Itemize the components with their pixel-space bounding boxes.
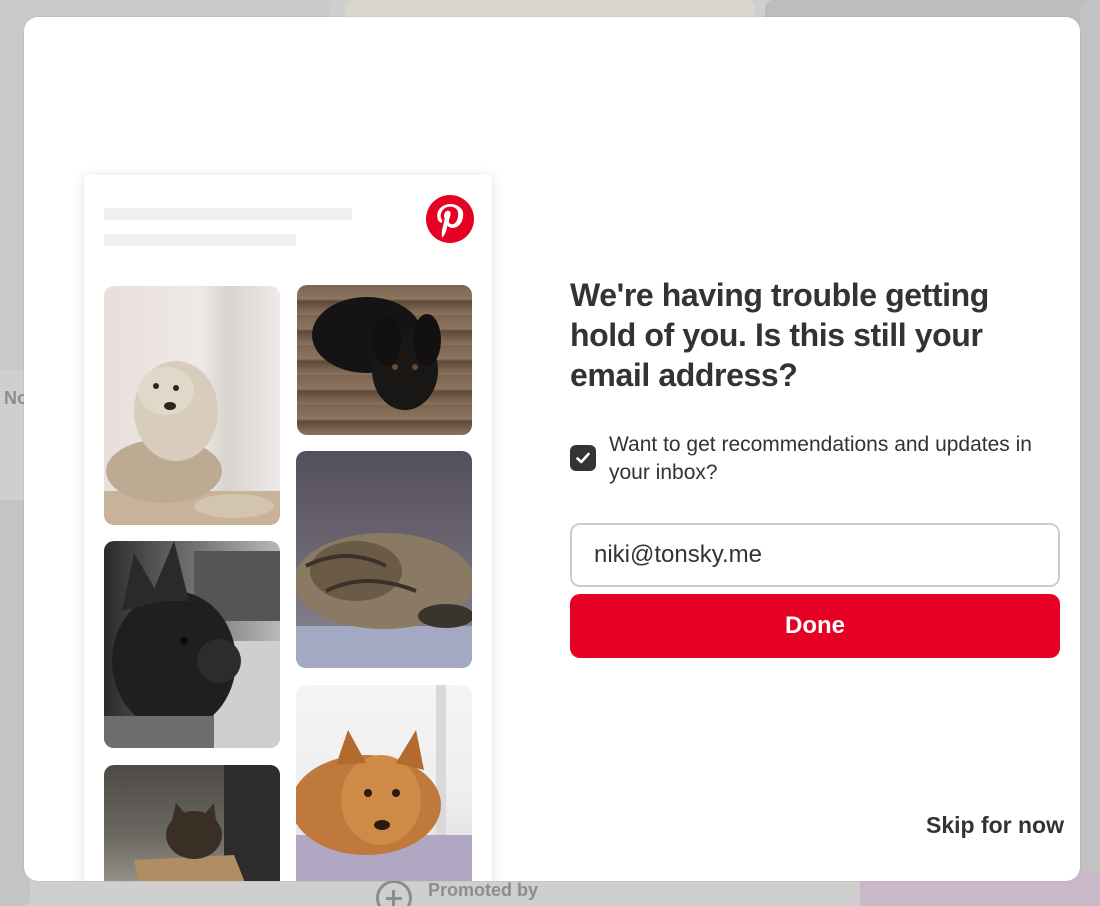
- newsletter-checkbox-label: Want to get recommendations and updates …: [609, 433, 1032, 484]
- placeholder-line: [104, 234, 296, 246]
- skip-for-now-link[interactable]: Skip for now: [874, 812, 1064, 839]
- pin-board-illustration: [84, 175, 492, 881]
- sleeping-cat-photo: [296, 451, 472, 668]
- wheaten-terrier-photo: [104, 286, 280, 525]
- background-pin: [1080, 0, 1100, 906]
- cat-in-box-photo: [104, 765, 280, 881]
- black-labrador-photo: [297, 285, 472, 435]
- email-confirmation-modal: We're having trouble getting hold of you…: [24, 17, 1080, 881]
- email-field[interactable]: [570, 523, 1060, 587]
- french-bulldog-photo: [104, 541, 280, 748]
- newsletter-checkbox[interactable]: [570, 445, 596, 471]
- pinterest-logo-icon: [426, 195, 474, 243]
- background-promoted-text: Promoted by: [428, 880, 539, 900]
- orange-dog-photo: [296, 685, 472, 881]
- done-button[interactable]: Done: [570, 594, 1060, 658]
- newsletter-opt-in: Want to get recommendations and updates …: [570, 431, 1050, 487]
- placeholder-line: [104, 208, 352, 220]
- background-add-icon: [376, 880, 412, 906]
- modal-heading: We're having trouble getting hold of you…: [570, 277, 989, 393]
- checkmark-icon: [576, 452, 590, 464]
